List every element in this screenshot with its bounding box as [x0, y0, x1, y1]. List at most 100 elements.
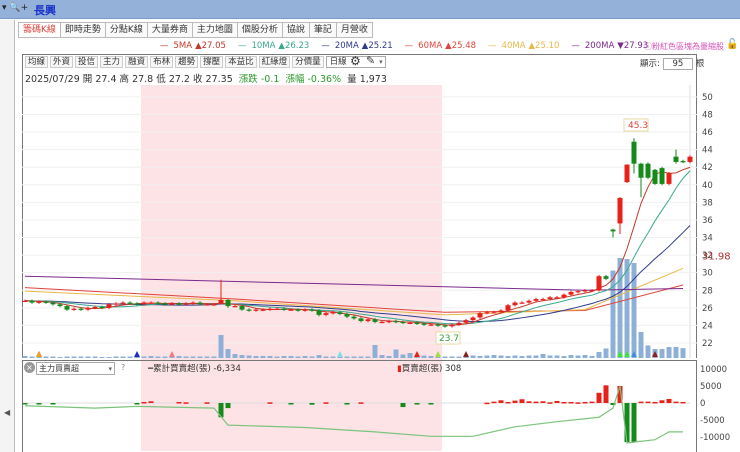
candle-body: [603, 276, 609, 279]
volume-bar: [442, 356, 448, 358]
volume-bar: [491, 355, 497, 358]
candle-body: [463, 320, 469, 323]
candle-body: [85, 307, 91, 310]
volume-bar: [64, 356, 70, 358]
candle-body: [568, 292, 574, 295]
candle-body: [519, 302, 525, 304]
signal-triangle-icon: [36, 351, 42, 357]
candle-body: [43, 301, 49, 303]
toolbar-button[interactable]: 撐壓: [200, 56, 224, 68]
gear-icon[interactable]: ⚙: [350, 54, 361, 68]
volume-bar: [50, 356, 56, 358]
volume-bar: [421, 355, 427, 358]
candle-body: [652, 169, 658, 184]
volume-bar: [365, 356, 371, 358]
indicator-tick-label: 0: [700, 399, 705, 409]
volume-bar: [190, 356, 196, 358]
toolbar-button[interactable]: 外資: [50, 56, 74, 68]
volume-bar: [519, 356, 525, 358]
volume-bar: [547, 355, 553, 358]
volume-bar: [22, 356, 28, 358]
volume-bar: [498, 355, 504, 358]
candle-body: [127, 302, 133, 304]
volume-bar: [428, 356, 434, 358]
toolbar-button[interactable]: 布林: [150, 56, 174, 68]
volume-bar: [197, 356, 203, 358]
volume-bar: [78, 356, 84, 358]
indicator-pane[interactable]: [22, 360, 697, 452]
volume-bar: [526, 355, 532, 358]
indicator-tick-label: -10000: [700, 433, 730, 443]
volume-bar: [505, 356, 511, 358]
candle-body: [561, 294, 567, 298]
price-tick-label: 36: [702, 216, 713, 226]
candle-body: [309, 309, 315, 311]
candle-body: [190, 302, 196, 304]
pct-value: -0.36%: [307, 74, 342, 85]
candle-body: [92, 306, 98, 309]
volume-bar: [99, 357, 105, 358]
open-value: 27.4: [95, 74, 117, 85]
help-icon[interactable]: ?: [121, 363, 125, 372]
price-tick-label: 38: [702, 198, 713, 208]
candle-body: [78, 308, 84, 310]
volume-bar: [218, 335, 224, 358]
toolbar-button[interactable]: 本益比: [225, 56, 257, 68]
candle-body: [680, 161, 686, 163]
volume-bar: [29, 356, 35, 358]
toolbar-button[interactable]: 均線: [25, 56, 49, 68]
volume-bar: [638, 332, 644, 358]
candle-body: [232, 306, 238, 308]
candle-body: [169, 303, 175, 305]
toolbar-button[interactable]: 融資: [125, 56, 149, 68]
volume-bar: [610, 270, 616, 358]
indicator-tick-label: -5000: [700, 416, 725, 426]
candle-body: [624, 164, 630, 183]
candle-body: [211, 304, 217, 306]
close-icon[interactable]: ×: [24, 362, 35, 373]
volume-bar: [316, 355, 322, 358]
candle-body: [610, 229, 616, 232]
high-label: 高: [119, 74, 130, 85]
volume-bar: [71, 356, 77, 358]
indicator-tick-label: 5000: [700, 382, 722, 392]
candle-body: [414, 322, 420, 324]
candle-body: [442, 325, 448, 327]
candle-body: [687, 156, 693, 162]
volume-bar: [127, 356, 133, 358]
low-value: 27.2: [168, 74, 190, 85]
volume-bar: [568, 355, 574, 358]
daily-legend: ▮買賣超(張) 308: [397, 364, 462, 374]
info-date: 2025/07/29: [25, 74, 80, 85]
pen-icon[interactable]: ✎: [366, 54, 375, 67]
candle-body: [316, 310, 322, 315]
volume-bar: [288, 356, 294, 358]
candle-body: [183, 303, 189, 305]
candle-body: [64, 306, 70, 310]
candle-body: [666, 173, 672, 184]
volume-bar: [645, 345, 651, 358]
volume-bar: [57, 357, 63, 358]
volume-bar: [456, 356, 462, 358]
candle-body: [659, 168, 665, 184]
toolbar-button[interactable]: 主力: [100, 56, 124, 68]
volume-bar: [309, 356, 315, 358]
display-count-input[interactable]: 95: [662, 58, 693, 70]
candle-body: [400, 321, 406, 324]
indicator-select[interactable]: 主力買賣超: [36, 362, 115, 375]
low-price-label: 23.7: [439, 334, 459, 344]
toolbar-button[interactable]: 分價量: [292, 56, 324, 68]
price-tick-label: 24: [702, 321, 713, 331]
volume-bar: [561, 356, 567, 358]
volume-bar: [148, 356, 154, 358]
candle-body: [540, 299, 546, 301]
volume-bar: [582, 355, 588, 358]
candle-body: [148, 302, 154, 304]
toolbar-button[interactable]: 趨勢: [175, 56, 199, 68]
toolbar-button[interactable]: 紅綠燈: [258, 56, 291, 68]
candle-body: [470, 317, 476, 321]
volume-bar: [575, 355, 581, 358]
candle-body: [134, 303, 140, 305]
candle-body: [50, 302, 56, 305]
toolbar-button[interactable]: 投信: [75, 56, 99, 68]
